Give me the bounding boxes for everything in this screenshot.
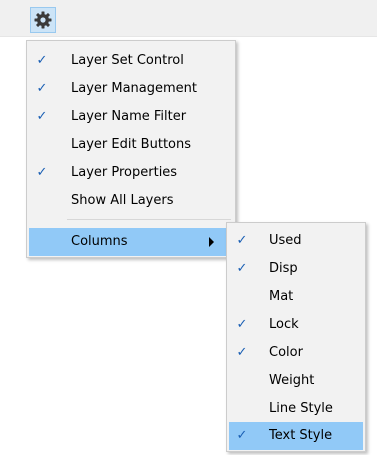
columns-submenu: ✓ Used ✓ Disp Mat ✓ Lock ✓ Color Weight … [226,222,366,452]
toolbar [0,0,377,37]
checkmark-icon: ✓ [36,81,48,96]
menu-item-layer-name-filter[interactable]: ✓ Layer Name Filter [27,103,235,131]
submenu-item-label: Text Style [269,428,333,443]
submenu-item-text-style[interactable]: ✓ Text Style [229,422,363,450]
submenu-item-label: Lock [269,317,299,332]
menu-item-label: Layer Properties [71,165,178,180]
menu-item-label: Layer Set Control [71,53,184,68]
menu-item-layer-properties[interactable]: ✓ Layer Properties [27,159,235,187]
submenu-item-lock[interactable]: ✓ Lock [227,311,365,339]
submenu-item-label: Used [269,233,302,248]
menu-item-show-all-layers[interactable]: Show All Layers [27,187,235,215]
checkmark-icon: ✓ [236,345,248,360]
submenu-item-line-style[interactable]: Line Style [227,395,365,423]
submenu-item-label: Mat [269,289,294,304]
submenu-item-label: Color [269,345,303,360]
menu-item-columns[interactable]: Columns [29,228,233,256]
menu-item-label: Layer Edit Buttons [71,137,192,152]
options-menu: ✓ Layer Set Control ✓ Layer Management ✓… [26,40,236,258]
submenu-item-label: Disp [269,261,298,276]
checkmark-icon: ✓ [236,261,248,276]
menu-item-label: Show All Layers [71,193,174,208]
submenu-arrow-icon [209,237,214,247]
submenu-item-label: Line Style [269,401,333,416]
gear-icon [34,11,52,29]
menu-separator [67,219,231,220]
menu-item-label: Columns [71,234,128,249]
checkmark-icon: ✓ [36,109,48,124]
checkmark-icon: ✓ [36,53,48,68]
menu-item-layer-set-control[interactable]: ✓ Layer Set Control [27,47,235,75]
checkmark-icon: ✓ [36,165,48,180]
submenu-item-used[interactable]: ✓ Used [227,227,365,255]
checkmark-icon: ✓ [236,317,248,332]
checkmark-icon: ✓ [236,233,248,248]
checkmark-icon: ✓ [236,428,248,443]
submenu-item-disp[interactable]: ✓ Disp [227,255,365,283]
menu-item-layer-management[interactable]: ✓ Layer Management [27,75,235,103]
menu-item-label: Layer Name Filter [71,109,187,124]
settings-button[interactable] [30,7,56,33]
submenu-item-weight[interactable]: Weight [227,367,365,395]
menu-item-layer-edit-buttons[interactable]: Layer Edit Buttons [27,131,235,159]
submenu-item-mat[interactable]: Mat [227,283,365,311]
submenu-item-color[interactable]: ✓ Color [227,339,365,367]
submenu-item-label: Weight [269,373,315,388]
menu-item-label: Layer Management [71,81,198,96]
